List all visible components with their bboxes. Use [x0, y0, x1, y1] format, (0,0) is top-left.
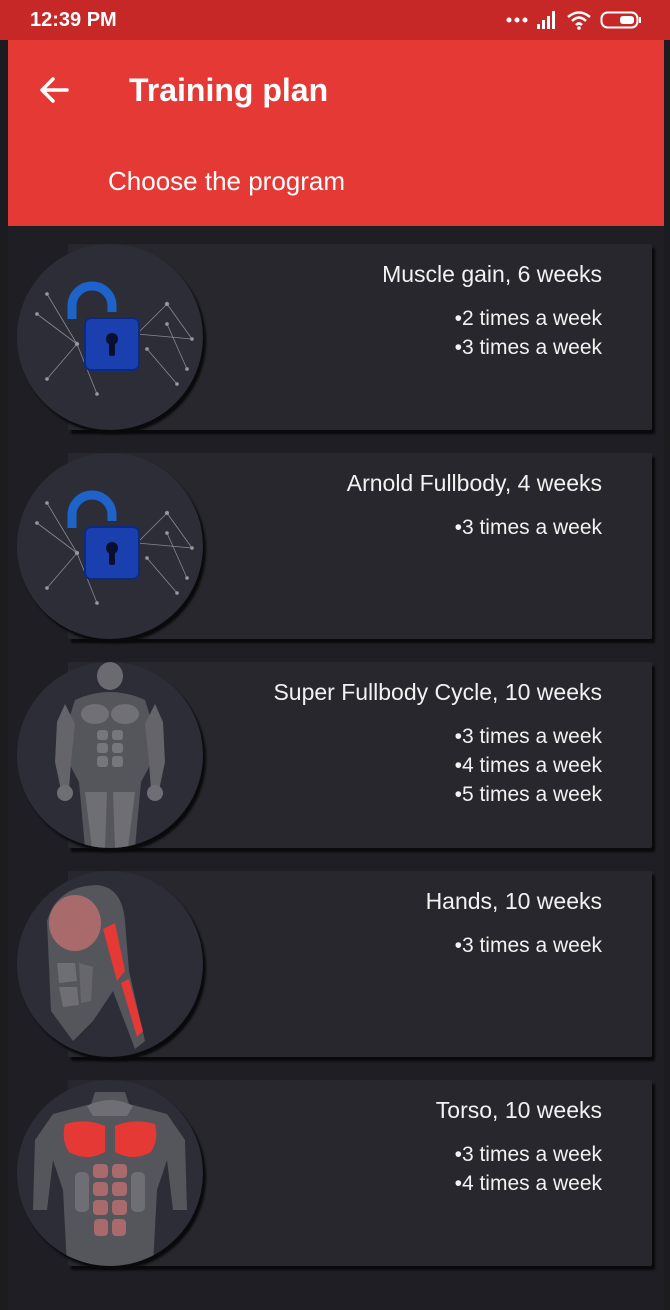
- program-option: 5 times a week: [455, 780, 602, 809]
- program-title: Arnold Fullbody, 4 weeks: [346, 470, 602, 496]
- program-option: 4 times a week: [455, 751, 602, 780]
- program-title: Muscle gain, 6 weeks: [382, 261, 602, 287]
- program-title: Hands, 10 weeks: [425, 888, 602, 914]
- page-title: Training plan: [129, 72, 329, 108]
- page-subtitle: Choose the program: [108, 166, 346, 196]
- torso-muscles-icon: [33, 1092, 187, 1266]
- lock-icon: [35, 281, 194, 396]
- program-title: Torso, 10 weeks: [435, 1097, 602, 1123]
- program-options: 2 times a week 3 times a week: [455, 304, 602, 362]
- arm-muscles-icon: [47, 885, 145, 1049]
- program-options: 3 times a week: [455, 513, 602, 542]
- program-options: 3 times a week 4 times a week: [455, 1140, 602, 1198]
- wifi-icon: [567, 11, 591, 30]
- signal-icon: [537, 11, 555, 29]
- program-title: Super Fullbody Cycle, 10 weeks: [273, 679, 602, 705]
- full-body-icon: [55, 662, 165, 848]
- status-time: 12:39 PM: [30, 9, 117, 31]
- program-list: Muscle gain, 6 weeks 2 times a week 3 ti…: [8, 226, 664, 1310]
- status-icons: [506, 8, 642, 32]
- back-button[interactable]: [32, 68, 76, 112]
- program-option: 3 times a week: [455, 513, 602, 542]
- status-bar: 12:39 PM: [0, 0, 670, 40]
- program-options: 3 times a week: [455, 931, 602, 960]
- arrow-left-icon: [40, 77, 69, 103]
- program-option: 3 times a week: [455, 722, 602, 751]
- program-option: 2 times a week: [455, 304, 602, 333]
- program-image: [17, 662, 203, 848]
- program-option: 3 times a week: [455, 1140, 602, 1169]
- program-image: [17, 453, 203, 639]
- battery-icon: [600, 11, 641, 29]
- program-options: 3 times a week 4 times a week 5 times a …: [455, 722, 602, 809]
- lock-icon: [35, 490, 194, 605]
- more-dots-icon: [506, 17, 528, 23]
- program-option: 3 times a week: [455, 333, 602, 362]
- program-option: 4 times a week: [455, 1169, 602, 1198]
- program-image: [17, 244, 203, 430]
- program-image: [17, 871, 203, 1057]
- app-bar: Training plan Choose the program: [8, 40, 664, 226]
- program-option: 3 times a week: [455, 931, 602, 960]
- program-image: [17, 1080, 203, 1266]
